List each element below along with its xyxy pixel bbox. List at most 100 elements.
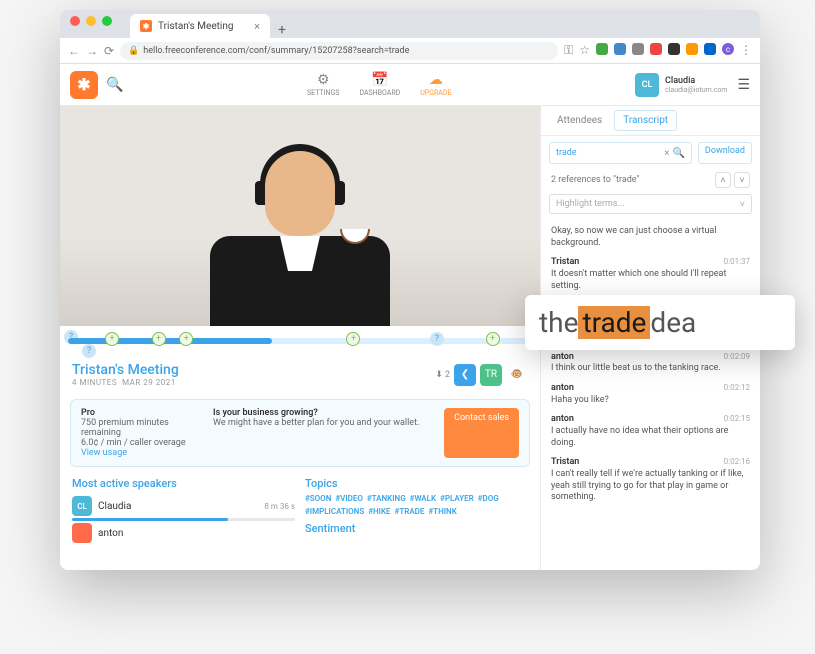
timeline-marker-q[interactable]: ?	[430, 332, 444, 346]
timeline-bar[interactable]: + + + + ? +	[68, 338, 532, 344]
playback-timeline[interactable]: ? + + + + ? + ?	[60, 326, 540, 356]
hamburger-menu-icon[interactable]: ☰	[737, 77, 750, 93]
attendee-avatar[interactable]: 🐵	[506, 364, 528, 386]
transcript-time: 0:02:16	[724, 457, 750, 467]
user-menu[interactable]: CL Claudia claudia@iotum.com	[635, 73, 727, 97]
topics-section: Topics #SOON#VIDEO#TANKING#WALK#PLAYER#D…	[305, 477, 528, 545]
transcript-search-row: trade × 🔍 Download	[541, 136, 760, 170]
topic-tag[interactable]: #TANKING	[367, 494, 406, 503]
video-preview[interactable]	[60, 106, 540, 326]
browser-menu-icon[interactable]: ⋮	[740, 43, 752, 58]
prev-ref-button[interactable]: ˄	[715, 172, 731, 188]
upgrade-button[interactable]: ☁ UPGRADE	[420, 72, 451, 97]
ext-icon-3[interactable]	[632, 43, 644, 55]
maximize-window-button[interactable]	[102, 16, 112, 26]
transcript-speaker: Tristan	[551, 457, 750, 469]
tab-title: Tristan's Meeting	[158, 21, 233, 32]
search-icon[interactable]: 🔍	[672, 148, 684, 159]
share-button[interactable]: ❮	[454, 364, 476, 386]
tab-transcript[interactable]: Transcript	[614, 110, 677, 131]
overlay-pre: the	[539, 306, 578, 339]
contact-sales-button[interactable]: Contact sales	[444, 408, 519, 458]
side-tabs: Attendees Transcript	[541, 106, 760, 136]
topic-tag[interactable]: #PLAYER	[440, 494, 474, 503]
promo-question: Is your business growing?	[213, 408, 432, 418]
transcript-entry[interactable]: 0:02:16TristanI can't really tell if we'…	[551, 453, 750, 508]
transcript-search-input[interactable]: trade × 🔍	[549, 142, 692, 164]
ext-icon-5[interactable]	[668, 43, 680, 55]
overlay-highlight: trade	[578, 306, 650, 339]
minimize-window-button[interactable]	[86, 16, 96, 26]
topic-tag[interactable]: #THINK	[428, 507, 456, 516]
topic-tag[interactable]: #SOON	[305, 494, 331, 503]
app-logo[interactable]: ✱	[70, 71, 98, 99]
search-icon[interactable]: 🔍	[106, 77, 123, 93]
transcript-entry[interactable]: 0:01:37TristanIt doesn't matter which on…	[551, 253, 750, 296]
ext-icon-4[interactable]	[650, 43, 662, 55]
user-email: claudia@iotum.com	[665, 86, 727, 94]
topic-tag[interactable]: #HIKE	[368, 507, 390, 516]
ext-icon-6[interactable]	[686, 43, 698, 55]
url-field[interactable]: 🔒 hello.freeconference.com/conf/summary/…	[120, 42, 558, 60]
speaker-row[interactable]: anton	[72, 521, 295, 545]
close-window-button[interactable]	[70, 16, 80, 26]
sentiment-title: Sentiment	[305, 522, 528, 535]
star-icon[interactable]: ☆	[579, 43, 590, 58]
transcript-text: I actually have no idea what their optio…	[551, 426, 750, 449]
topic-tag[interactable]: #VIDEO	[335, 494, 363, 503]
transcript-entry[interactable]: 0:02:15antonI actually have no idea what…	[551, 410, 750, 453]
browser-tab[interactable]: ✱ Tristan's Meeting ×	[130, 14, 270, 38]
timeline-marker[interactable]: +	[105, 332, 119, 346]
tab-attendees[interactable]: Attendees	[549, 111, 610, 130]
transcript-entry[interactable]: Okay, so now we can just choose a virtua…	[551, 222, 750, 253]
tab-strip: ✱ Tristan's Meeting × +	[60, 10, 760, 38]
view-usage-link[interactable]: View usage	[81, 448, 127, 458]
clear-icon[interactable]: ×	[664, 148, 669, 159]
transcript-text: I can't really tell if we're actually ta…	[551, 469, 750, 504]
reload-button[interactable]: ⟳	[104, 44, 114, 58]
transcript-entry[interactable]: 0:02:12antonHaha you like?	[551, 379, 750, 410]
references-text: 2 references to "trade"	[551, 175, 639, 185]
timeline-marker[interactable]: +	[152, 332, 166, 346]
dashboard-button[interactable]: 📅 DASHBOARD	[359, 72, 400, 97]
back-button[interactable]: ←	[68, 44, 80, 58]
timeline-marker-q[interactable]: ?	[82, 344, 96, 358]
plan-title: Pro	[81, 408, 201, 418]
profile-icon[interactable]: c	[722, 43, 734, 55]
transcript-speaker: anton	[551, 414, 750, 426]
speaker-name: Claudia	[98, 501, 258, 512]
transcript-list[interactable]: Okay, so now we can just choose a virtua…	[541, 218, 760, 570]
ext-icon-7[interactable]	[704, 43, 716, 55]
transcript-text: Okay, so now we can just choose a virtua…	[551, 226, 750, 249]
person-graphic	[210, 126, 390, 326]
app-header: ✱ 🔍 ⚙ SETTINGS 📅 DASHBOARD ☁ UPGRADE CL …	[60, 64, 760, 106]
tr-badge[interactable]: TR	[480, 364, 502, 386]
transcript-text: Haha you like?	[551, 395, 750, 407]
topic-tag[interactable]: #DOG	[478, 494, 499, 503]
topic-tag[interactable]: #WALK	[410, 494, 436, 503]
lock-icon: 🔒	[128, 46, 139, 56]
topic-tag[interactable]: #TRADE	[395, 507, 425, 516]
next-ref-button[interactable]: ˅	[734, 172, 750, 188]
key-icon[interactable]: ⚿	[564, 43, 573, 58]
topic-tag[interactable]: #IMPLICATIONS	[305, 507, 364, 516]
settings-button[interactable]: ⚙ SETTINGS	[307, 72, 339, 97]
download-button[interactable]: Download	[698, 142, 752, 164]
timeline-marker[interactable]: +	[346, 332, 360, 346]
ext-icon-2[interactable]	[614, 43, 626, 55]
new-tab-button[interactable]: +	[270, 22, 294, 38]
overlay-post: dea	[650, 306, 696, 339]
transcript-text: It doesn't matter which one should I'll …	[551, 269, 750, 292]
highlight-placeholder: Highlight terms...	[556, 199, 625, 209]
meeting-header: Tristan's Meeting 4 MINUTES MAR 29 2021 …	[60, 356, 540, 393]
speaker-row[interactable]: CL Claudia 8 m 36 s	[72, 494, 295, 518]
close-tab-icon[interactable]: ×	[254, 20, 260, 33]
ext-icon-1[interactable]	[596, 43, 608, 55]
header-nav: ⚙ SETTINGS 📅 DASHBOARD ☁ UPGRADE	[123, 72, 635, 97]
forward-button[interactable]: →	[86, 44, 98, 58]
timeline-marker[interactable]: +	[486, 332, 500, 346]
transcript-entry[interactable]: 0:02:09antonI think our little beat us t…	[551, 348, 750, 379]
highlight-terms-select[interactable]: Highlight terms... ˅	[549, 194, 752, 214]
gear-icon: ⚙	[317, 72, 330, 88]
attendee-count[interactable]: ⬇2	[435, 370, 450, 380]
